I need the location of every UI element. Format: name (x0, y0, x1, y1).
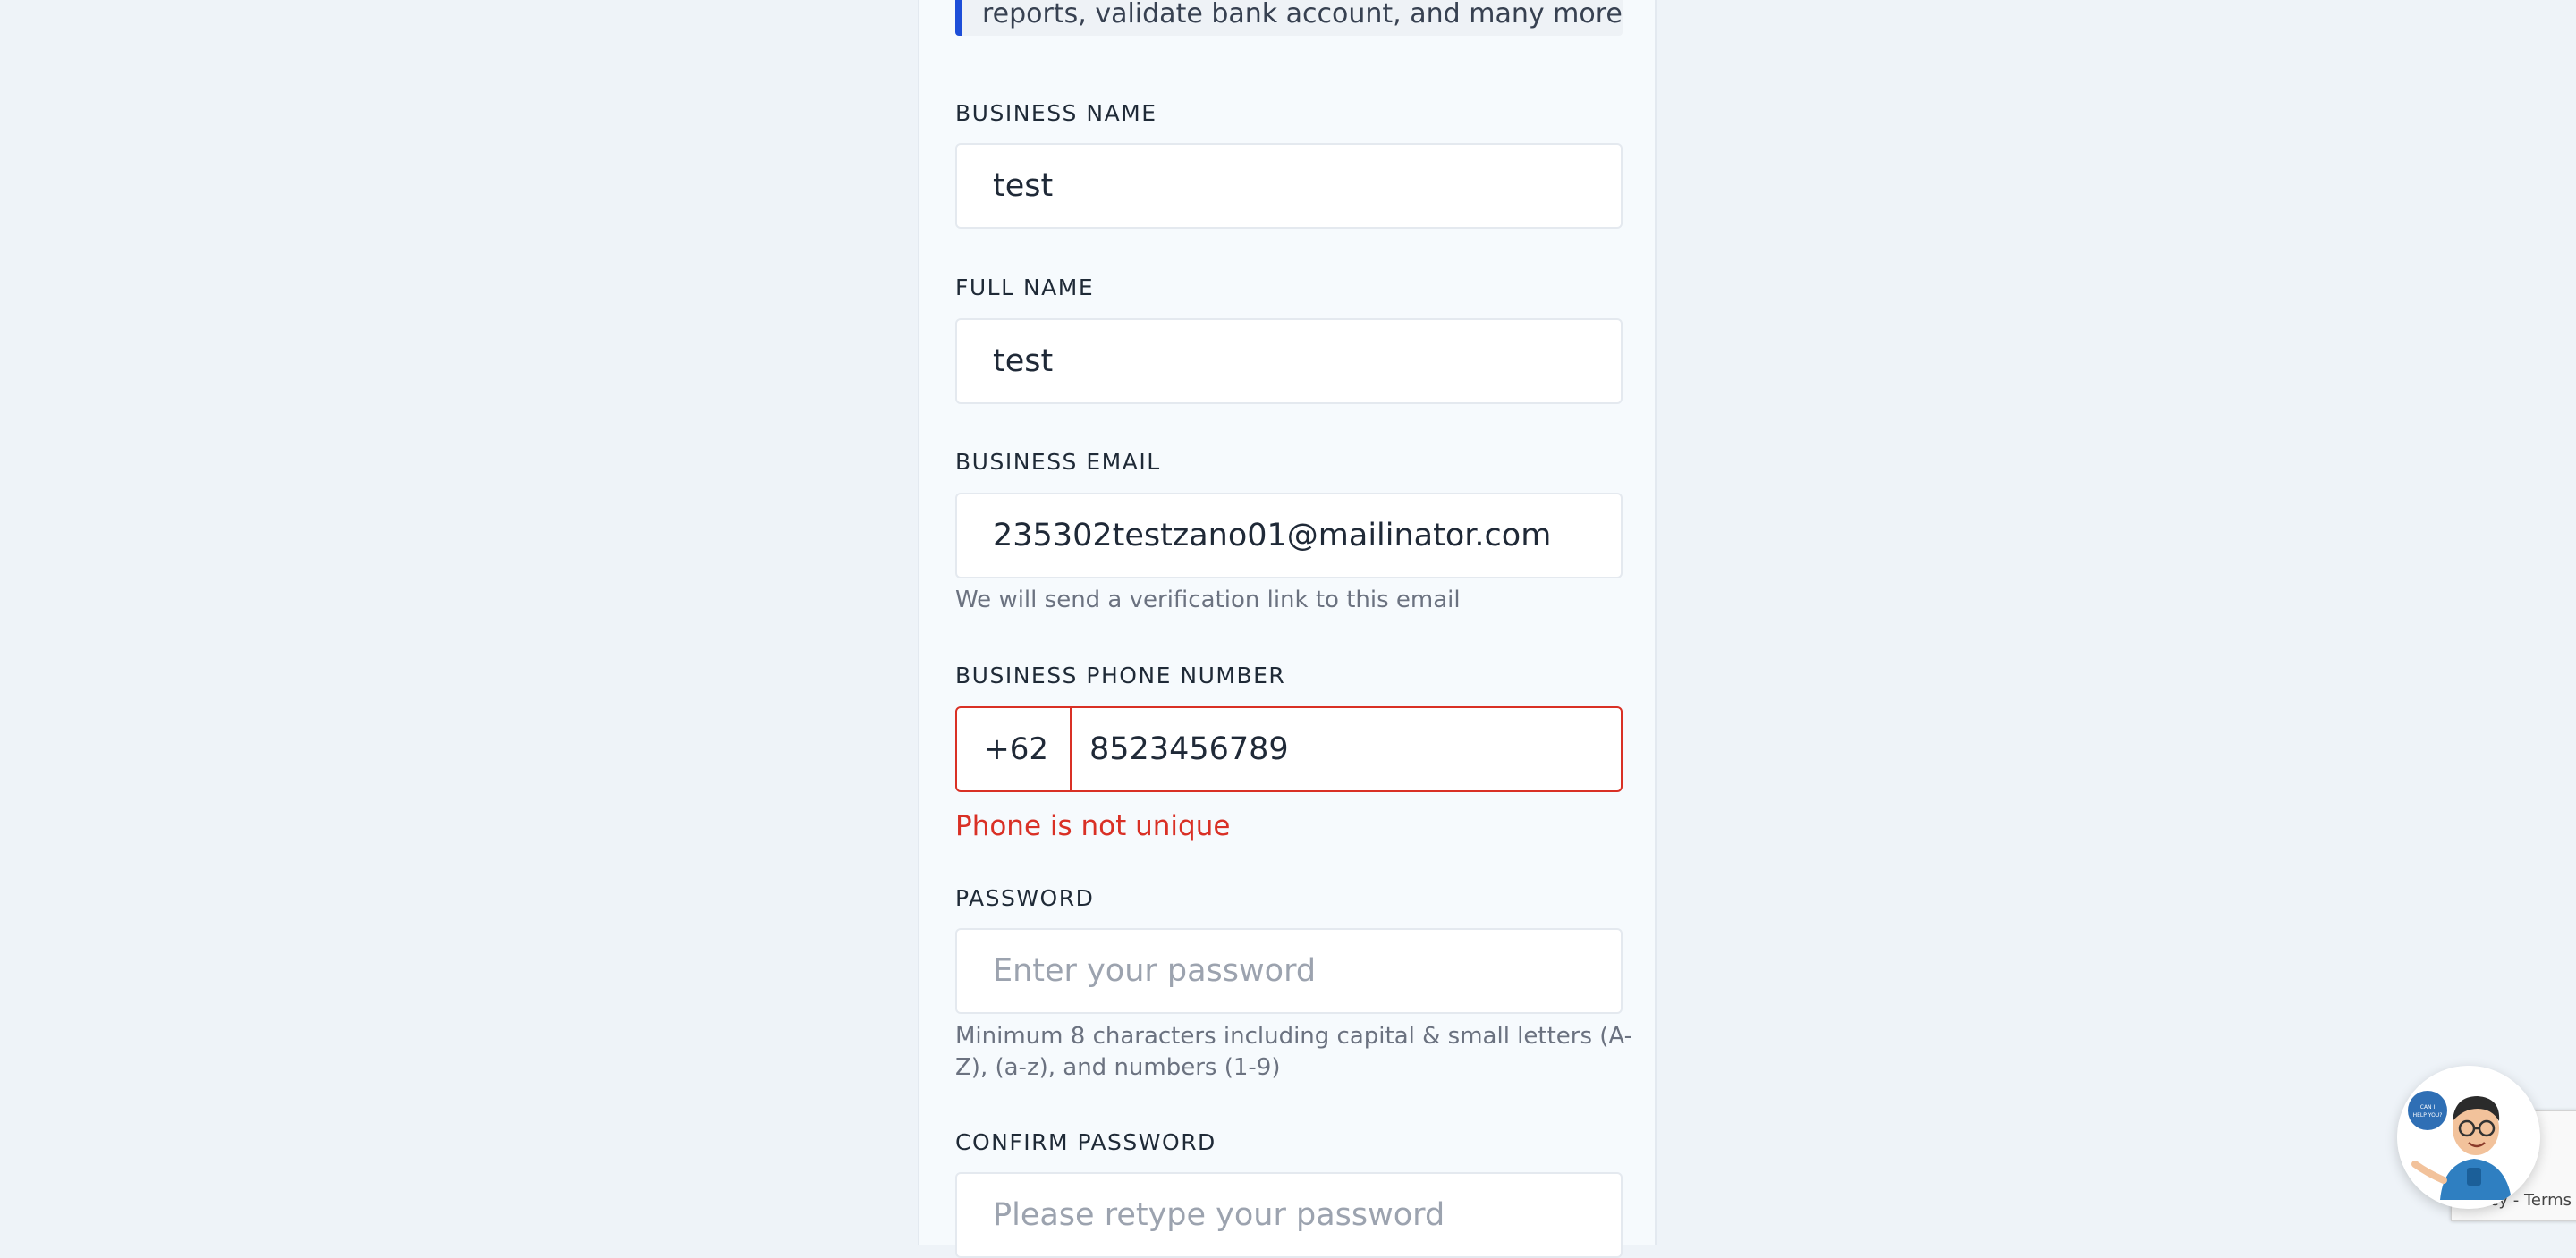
business-phone-field[interactable]: +62 (955, 706, 1623, 792)
business-email-hint: We will send a verification link to this… (955, 587, 1461, 613)
svg-text:HELP YOU?: HELP YOU? (2413, 1112, 2443, 1119)
business-phone-input[interactable] (1072, 708, 1621, 790)
business-email-label: BUSINESS EMAIL (955, 449, 1161, 475)
confirm-password-field[interactable] (955, 1172, 1623, 1258)
full-name-field[interactable] (955, 318, 1623, 404)
business-email-input[interactable] (957, 494, 1621, 577)
business-phone-label: BUSINESS PHONE NUMBER (955, 663, 1286, 688)
business-name-label: BUSINESS NAME (955, 100, 1157, 126)
chat-bubble-text: CAN I (2420, 1104, 2436, 1110)
mascot-avatar-icon: CAN I HELP YOU? (2397, 1066, 2540, 1209)
password-input[interactable] (957, 930, 1621, 1012)
full-name-input[interactable] (957, 320, 1621, 402)
phone-error-message: Phone is not unique (955, 810, 1231, 842)
confirm-password-input[interactable] (957, 1174, 1621, 1256)
signup-form-card: reports, validate bank account, and many… (918, 0, 1657, 1258)
info-notice: reports, validate bank account, and many… (955, 0, 1623, 36)
confirm-password-label: CONFIRM PASSWORD (955, 1129, 1216, 1155)
chat-widget-button[interactable]: CAN I HELP YOU? (2397, 1066, 2540, 1209)
business-name-input[interactable] (957, 145, 1621, 227)
password-field[interactable] (955, 928, 1623, 1014)
business-name-field[interactable] (955, 143, 1623, 229)
business-email-field[interactable] (955, 493, 1623, 578)
info-notice-text: reports, validate bank account, and many… (982, 0, 1623, 30)
country-code-selector[interactable]: +62 (957, 708, 1072, 790)
full-name-label: FULL NAME (955, 274, 1095, 300)
password-hint: Minimum 8 characters including capital &… (955, 1023, 1633, 1081)
password-label: PASSWORD (955, 885, 1095, 911)
